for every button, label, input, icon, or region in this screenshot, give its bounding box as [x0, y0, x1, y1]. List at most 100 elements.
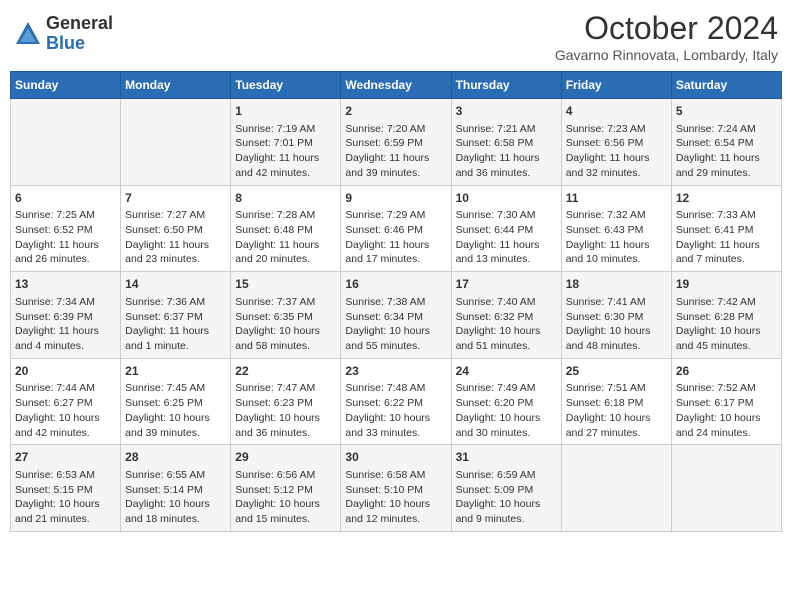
calendar-cell: 11Sunrise: 7:32 AMSunset: 6:43 PMDayligh… — [561, 185, 671, 272]
calendar-week-4: 20Sunrise: 7:44 AMSunset: 6:27 PMDayligh… — [11, 358, 782, 445]
day-info: Sunrise: 7:45 AM — [125, 381, 226, 396]
day-info: Sunrise: 6:59 AM — [456, 468, 557, 483]
day-info: Sunset: 6:27 PM — [15, 396, 116, 411]
day-number: 28 — [125, 449, 226, 466]
day-info: Daylight: 11 hours and 1 minute. — [125, 324, 226, 353]
day-info: Sunset: 6:35 PM — [235, 310, 336, 325]
calendar-cell: 31Sunrise: 6:59 AMSunset: 5:09 PMDayligh… — [451, 445, 561, 532]
calendar-cell — [121, 99, 231, 186]
day-info: Sunrise: 7:51 AM — [566, 381, 667, 396]
day-info: Daylight: 10 hours and 36 minutes. — [235, 411, 336, 440]
day-info: Sunset: 6:34 PM — [345, 310, 446, 325]
day-info: Sunrise: 7:52 AM — [676, 381, 777, 396]
calendar-cell: 4Sunrise: 7:23 AMSunset: 6:56 PMDaylight… — [561, 99, 671, 186]
col-monday: Monday — [121, 72, 231, 99]
day-info: Sunset: 6:25 PM — [125, 396, 226, 411]
day-number: 1 — [235, 103, 336, 120]
day-info: Daylight: 10 hours and 48 minutes. — [566, 324, 667, 353]
day-info: Daylight: 11 hours and 29 minutes. — [676, 151, 777, 180]
day-number: 6 — [15, 190, 116, 207]
calendar-cell: 21Sunrise: 7:45 AMSunset: 6:25 PMDayligh… — [121, 358, 231, 445]
day-info: Sunrise: 6:56 AM — [235, 468, 336, 483]
day-number: 17 — [456, 276, 557, 293]
day-number: 14 — [125, 276, 226, 293]
day-info: Sunrise: 7:48 AM — [345, 381, 446, 396]
day-number: 7 — [125, 190, 226, 207]
calendar-cell: 26Sunrise: 7:52 AMSunset: 6:17 PMDayligh… — [671, 358, 781, 445]
day-info: Daylight: 11 hours and 26 minutes. — [15, 238, 116, 267]
day-info: Sunrise: 7:29 AM — [345, 208, 446, 223]
page-header: General Blue October 2024 Gavarno Rinnov… — [10, 10, 782, 63]
day-number: 27 — [15, 449, 116, 466]
day-number: 19 — [676, 276, 777, 293]
day-info: Sunset: 6:28 PM — [676, 310, 777, 325]
day-number: 5 — [676, 103, 777, 120]
day-info: Sunset: 6:18 PM — [566, 396, 667, 411]
day-info: Daylight: 11 hours and 32 minutes. — [566, 151, 667, 180]
day-info: Daylight: 10 hours and 18 minutes. — [125, 497, 226, 526]
day-info: Sunrise: 7:42 AM — [676, 295, 777, 310]
calendar-cell: 25Sunrise: 7:51 AMSunset: 6:18 PMDayligh… — [561, 358, 671, 445]
calendar-cell: 5 Sunrise: 7:24 AMSunset: 6:54 PMDaylight… — [671, 99, 781, 186]
day-info: Sunset: 5:12 PM — [235, 483, 336, 498]
day-info: Sunset: 6:50 PM — [125, 223, 226, 238]
title-block: October 2024 Gavarno Rinnovata, Lombardy… — [555, 10, 778, 63]
month-title: October 2024 — [555, 10, 778, 47]
day-number: 11 — [566, 190, 667, 207]
day-info: Sunset: 6:44 PM — [456, 223, 557, 238]
day-info: Sunrise: 7:49 AM — [456, 381, 557, 396]
day-number: 26 — [676, 363, 777, 380]
day-info: Sunrise: 7:24 AM — [676, 122, 777, 137]
day-info: Sunrise: 7:40 AM — [456, 295, 557, 310]
day-info: Sunrise: 7:20 AM — [345, 122, 446, 137]
day-info: Sunset: 6:41 PM — [676, 223, 777, 238]
day-info: Sunrise: 6:58 AM — [345, 468, 446, 483]
calendar-cell: 10Sunrise: 7:30 AMSunset: 6:44 PMDayligh… — [451, 185, 561, 272]
day-info: Sunrise: 7:28 AM — [235, 208, 336, 223]
day-info: Sunrise: 7:41 AM — [566, 295, 667, 310]
calendar-cell: 18Sunrise: 7:41 AMSunset: 6:30 PMDayligh… — [561, 272, 671, 359]
day-info: Daylight: 10 hours and 27 minutes. — [566, 411, 667, 440]
logo-icon — [14, 20, 42, 48]
day-info: Daylight: 11 hours and 39 minutes. — [345, 151, 446, 180]
calendar-cell: 15Sunrise: 7:37 AMSunset: 6:35 PMDayligh… — [231, 272, 341, 359]
day-number: 16 — [345, 276, 446, 293]
calendar-cell — [561, 445, 671, 532]
day-number: 23 — [345, 363, 446, 380]
day-number: 15 — [235, 276, 336, 293]
logo: General Blue — [14, 14, 113, 54]
day-info: Sunrise: 6:55 AM — [125, 468, 226, 483]
day-info: Sunset: 5:10 PM — [345, 483, 446, 498]
day-info: Sunset: 6:48 PM — [235, 223, 336, 238]
day-info: Sunrise: 7:21 AM — [456, 122, 557, 137]
calendar-cell: 7Sunrise: 7:27 AMSunset: 6:50 PMDaylight… — [121, 185, 231, 272]
day-info: Daylight: 10 hours and 30 minutes. — [456, 411, 557, 440]
calendar-week-2: 6Sunrise: 7:25 AMSunset: 6:52 PMDaylight… — [11, 185, 782, 272]
day-number: 9 — [345, 190, 446, 207]
day-info: Sunset: 6:20 PM — [456, 396, 557, 411]
col-wednesday: Wednesday — [341, 72, 451, 99]
day-info: Sunset: 6:39 PM — [15, 310, 116, 325]
day-info: Sunset: 6:43 PM — [566, 223, 667, 238]
col-tuesday: Tuesday — [231, 72, 341, 99]
day-info: Daylight: 11 hours and 4 minutes. — [15, 324, 116, 353]
day-number: 2 — [345, 103, 446, 120]
day-info: Daylight: 10 hours and 33 minutes. — [345, 411, 446, 440]
calendar-cell — [671, 445, 781, 532]
day-info: Sunset: 6:54 PM — [676, 136, 777, 151]
day-info: Sunset: 6:17 PM — [676, 396, 777, 411]
day-info: Sunrise: 7:36 AM — [125, 295, 226, 310]
header-row: Sunday Monday Tuesday Wednesday Thursday… — [11, 72, 782, 99]
day-number: 20 — [15, 363, 116, 380]
calendar-cell: 14Sunrise: 7:36 AMSunset: 6:37 PMDayligh… — [121, 272, 231, 359]
calendar-cell: 13Sunrise: 7:34 AMSunset: 6:39 PMDayligh… — [11, 272, 121, 359]
location-subtitle: Gavarno Rinnovata, Lombardy, Italy — [555, 47, 778, 63]
day-info: Sunrise: 7:47 AM — [235, 381, 336, 396]
calendar-cell: 8Sunrise: 7:28 AMSunset: 6:48 PMDaylight… — [231, 185, 341, 272]
day-number: 13 — [15, 276, 116, 293]
day-info: Sunset: 6:23 PM — [235, 396, 336, 411]
day-info: Sunrise: 7:23 AM — [566, 122, 667, 137]
day-info: Daylight: 10 hours and 12 minutes. — [345, 497, 446, 526]
calendar-cell: 6Sunrise: 7:25 AMSunset: 6:52 PMDaylight… — [11, 185, 121, 272]
day-number: 25 — [566, 363, 667, 380]
